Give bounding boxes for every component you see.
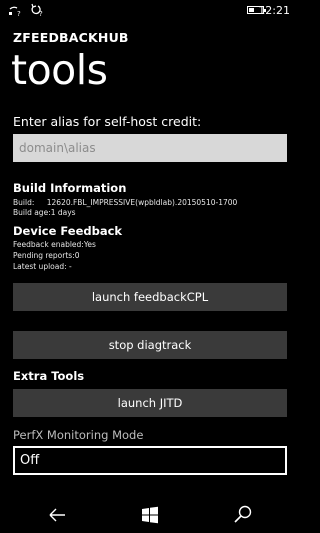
search-icon[interactable]	[232, 504, 254, 526]
app-name: ZFEEDBACKHUB	[13, 30, 129, 45]
back-icon[interactable]	[46, 504, 68, 526]
latest-upload-row: Latest upload: -	[13, 262, 72, 271]
build-info-title: Build Information	[13, 181, 127, 195]
alias-label: Enter alias for self-host credit:	[13, 114, 202, 129]
build-value: 12620.FBL_IMPRESSIVE(wpbldlab).20150510-…	[46, 198, 238, 207]
navigation-bar	[0, 497, 300, 533]
wifi-question-icon: ?	[9, 6, 21, 17]
perfx-mode-value: Off	[20, 453, 40, 468]
build-label: Build:	[13, 198, 35, 207]
build-age-label: Build age:	[13, 208, 51, 217]
battery-fill	[249, 8, 254, 12]
svg-text:?: ?	[39, 10, 43, 17]
pending-reports-label: Pending reports:	[13, 251, 75, 260]
status-bar: ? ? 12:21	[0, 0, 300, 22]
extra-tools-title: Extra Tools	[13, 369, 85, 383]
launch-feedbackcpl-button[interactable]: launch feedbackCPL	[13, 283, 287, 311]
page-title: tools	[11, 46, 108, 94]
sync-question-icon: ?	[31, 3, 43, 17]
status-time: 12:21	[258, 4, 290, 17]
windows-start-icon[interactable]	[139, 504, 161, 526]
pending-reports-value: 0	[74, 251, 80, 260]
build-age-row: Build age:1 days	[13, 208, 76, 217]
feedback-enabled-label: Feedback enabled:	[13, 240, 84, 249]
pending-reports-row: Pending reports:0	[13, 251, 80, 260]
latest-upload-value: -	[66, 262, 72, 271]
latest-upload-label: Latest upload:	[13, 262, 67, 271]
perfx-mode-select[interactable]: Off	[13, 446, 287, 475]
svg-text:?: ?	[17, 10, 21, 17]
alias-input[interactable]	[13, 134, 287, 162]
build-row: Build: 12620.FBL_IMPRESSIVE(wpbldlab).20…	[13, 198, 237, 207]
perfx-label: PerfX Monitoring Mode	[13, 428, 144, 442]
launch-jitd-button[interactable]: launch JITD	[13, 389, 287, 417]
feedback-enabled-value: Yes	[83, 240, 96, 249]
device-feedback-title: Device Feedback	[13, 224, 123, 238]
feedback-enabled-row: Feedback enabled:Yes	[13, 240, 96, 249]
build-age-value: 1 days	[50, 208, 76, 217]
stop-diagtrack-button[interactable]: stop diagtrack	[13, 331, 287, 359]
